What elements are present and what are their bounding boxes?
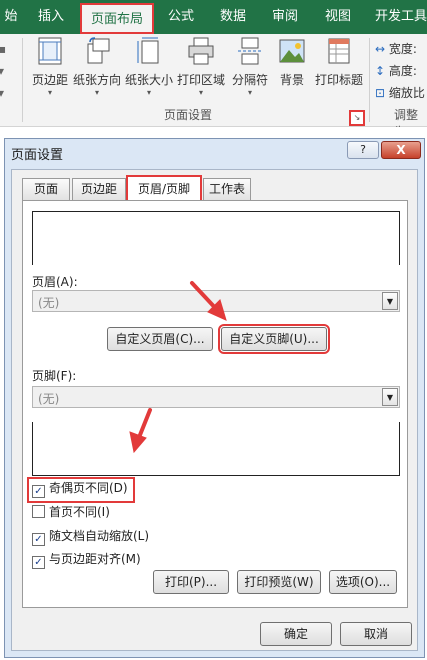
red-arrow-icons: [129, 281, 227, 454]
